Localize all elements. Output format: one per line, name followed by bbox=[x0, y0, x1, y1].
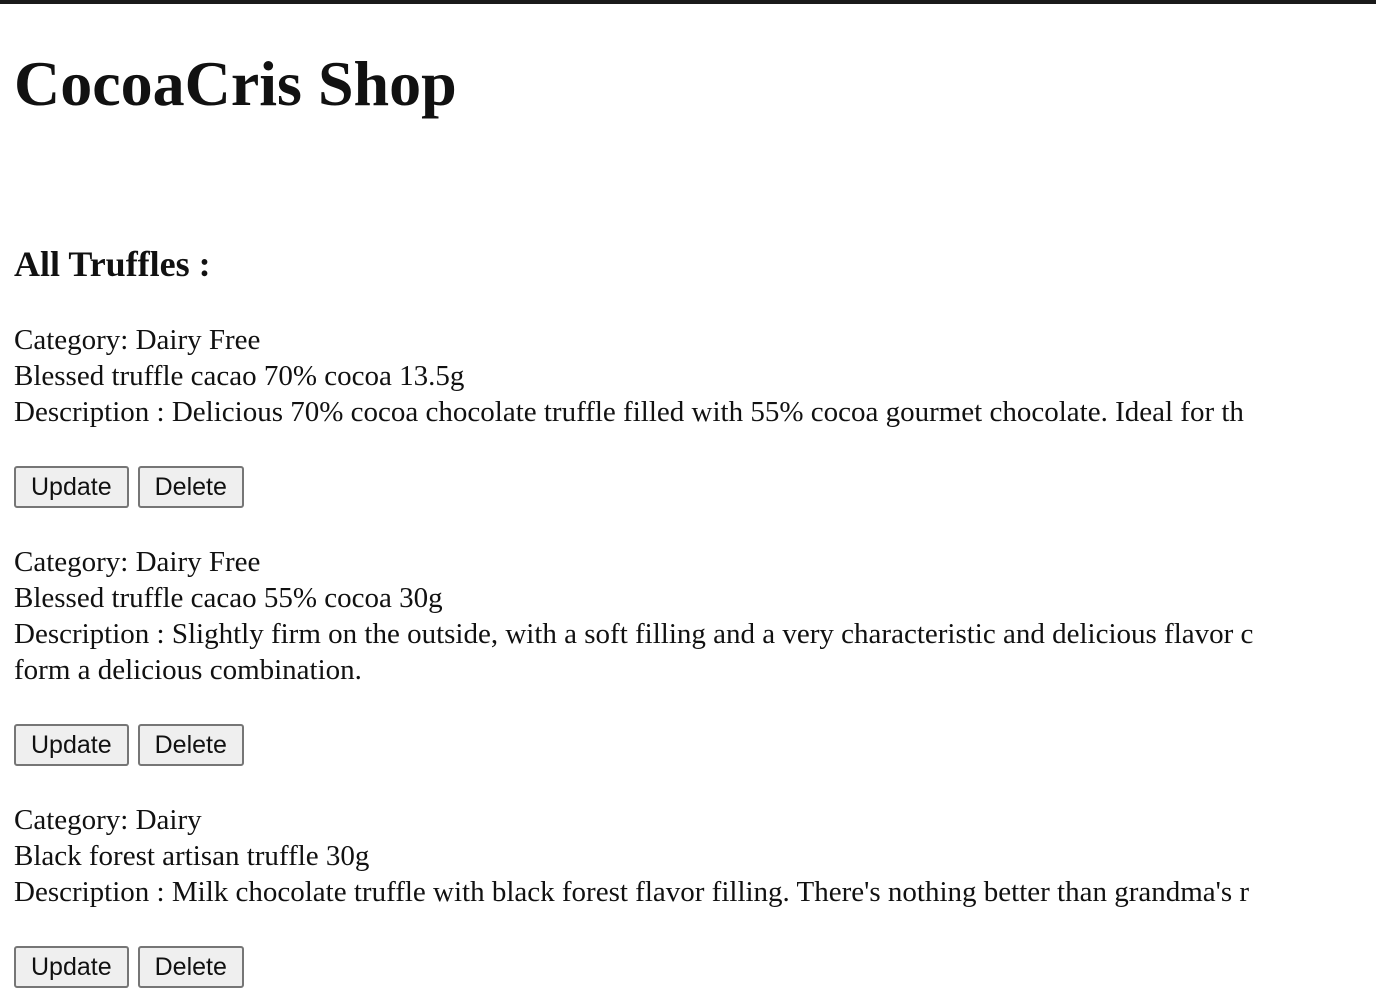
product-name: Blessed truffle cacao 55% cocoa 30g bbox=[14, 582, 443, 614]
product-description: Description : Delicious 70% cocoa chocol… bbox=[14, 396, 1244, 428]
product-actions: Update Delete bbox=[14, 724, 244, 766]
delete-button[interactable]: Delete bbox=[137, 466, 244, 508]
product-item: Category: Dairy Black forest artisan tru… bbox=[14, 802, 1376, 988]
page-content: CocoaCris Shop All Truffles : Category: … bbox=[14, 0, 1376, 1002]
product-category: Category: Dairy bbox=[14, 804, 202, 836]
product-item: Category: Dairy Free Blessed truffle cac… bbox=[14, 322, 1376, 508]
delete-button[interactable]: Delete bbox=[137, 946, 244, 988]
update-button[interactable]: Update bbox=[14, 724, 129, 766]
delete-button[interactable]: Delete bbox=[137, 724, 244, 766]
all-truffles-heading: All Truffles : bbox=[14, 244, 211, 284]
product-actions: Update Delete bbox=[14, 466, 244, 508]
product-description-continued: form a delicious combination. bbox=[14, 654, 362, 686]
product-description: Description : Slightly firm on the outsi… bbox=[14, 618, 1254, 650]
update-button[interactable]: Update bbox=[14, 466, 129, 508]
product-item: Category: Dairy Free Blessed truffle cac… bbox=[14, 544, 1376, 766]
product-name: Blessed truffle cacao 70% cocoa 13.5g bbox=[14, 360, 465, 392]
product-category: Category: Dairy Free bbox=[14, 324, 261, 356]
product-actions: Update Delete bbox=[14, 946, 244, 988]
product-description: Description : Milk chocolate truffle wit… bbox=[14, 876, 1250, 908]
update-button[interactable]: Update bbox=[14, 946, 129, 988]
product-name: Black forest artisan truffle 30g bbox=[14, 840, 370, 872]
shop-title: CocoaCris Shop bbox=[14, 48, 457, 119]
product-category: Category: Dairy Free bbox=[14, 546, 261, 578]
